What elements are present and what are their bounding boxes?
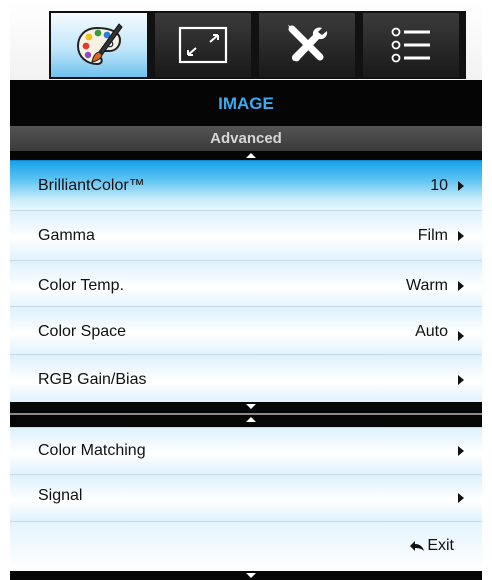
menu-header: IMAGE Advanced [10, 80, 482, 160]
options-list-icon [391, 27, 430, 63]
page-title: IMAGE [218, 94, 274, 113]
chevron-right-icon [458, 181, 464, 191]
submenu-bar: Advanced [10, 126, 482, 151]
exit-label: Exit [427, 537, 454, 554]
screen-resize-icon [178, 26, 228, 64]
menu-item-label: Color Space [38, 323, 127, 340]
exit-row: Exit [10, 521, 482, 571]
menu-item-color-space[interactable]: Color Space Auto [10, 306, 482, 356]
wrench-screwdriver-icon [288, 25, 328, 62]
divider [10, 413, 482, 415]
scroll-down-icon[interactable] [246, 573, 256, 578]
tab-bar [10, 0, 482, 81]
exit-button[interactable]: Exit [409, 537, 454, 555]
menu-item-value: 10 [430, 177, 448, 194]
menu-item-value: Warm [405, 277, 448, 294]
tab-strip [49, 11, 466, 79]
tab-image[interactable] [51, 13, 147, 77]
palette-icon [76, 23, 123, 66]
menu-item-rgb-gain-bias[interactable]: RGB Gain/Bias [10, 354, 482, 402]
menu-item-label: Color Matching [38, 442, 146, 459]
scroll-down-icon[interactable] [246, 404, 256, 409]
page-separator [10, 402, 482, 427]
menu-footer [10, 571, 482, 580]
menu-item-label: Color Temp. [38, 277, 124, 294]
osd-menu: IMAGE Advanced BrilliantColor™ 10 Gamma … [10, 0, 482, 580]
menu-item-label: Gamma [38, 227, 95, 244]
tab-setup[interactable] [259, 13, 355, 77]
chevron-right-icon [458, 331, 464, 341]
chevron-right-icon [458, 281, 464, 291]
tab-display[interactable] [155, 13, 251, 77]
menu-item-value: Film [417, 227, 448, 244]
scroll-up-icon[interactable] [246, 417, 256, 422]
menu-item-signal[interactable]: Signal [10, 474, 482, 521]
chevron-right-icon [458, 493, 464, 503]
tab-options[interactable] [363, 13, 459, 77]
menu-item-value: Auto [415, 323, 448, 340]
chevron-right-icon [458, 375, 464, 385]
chevron-right-icon [458, 446, 464, 456]
return-arrow-icon [410, 541, 425, 551]
menu-item-brilliantcolor[interactable]: BrilliantColor™ 10 [10, 160, 482, 210]
menu-item-gamma[interactable]: Gamma Film [10, 210, 482, 260]
chevron-right-icon [458, 231, 464, 241]
submenu-title: Advanced [210, 130, 282, 147]
menu-item-color-temp[interactable]: Color Temp. Warm [10, 260, 482, 310]
menu-item-label: RGB Gain/Bias [38, 371, 147, 388]
menu-item-color-matching[interactable]: Color Matching [10, 427, 482, 474]
menu-item-label: Signal [38, 487, 83, 504]
scroll-up-icon[interactable] [246, 153, 256, 158]
menu-item-label: BrilliantColor™ [38, 177, 145, 194]
